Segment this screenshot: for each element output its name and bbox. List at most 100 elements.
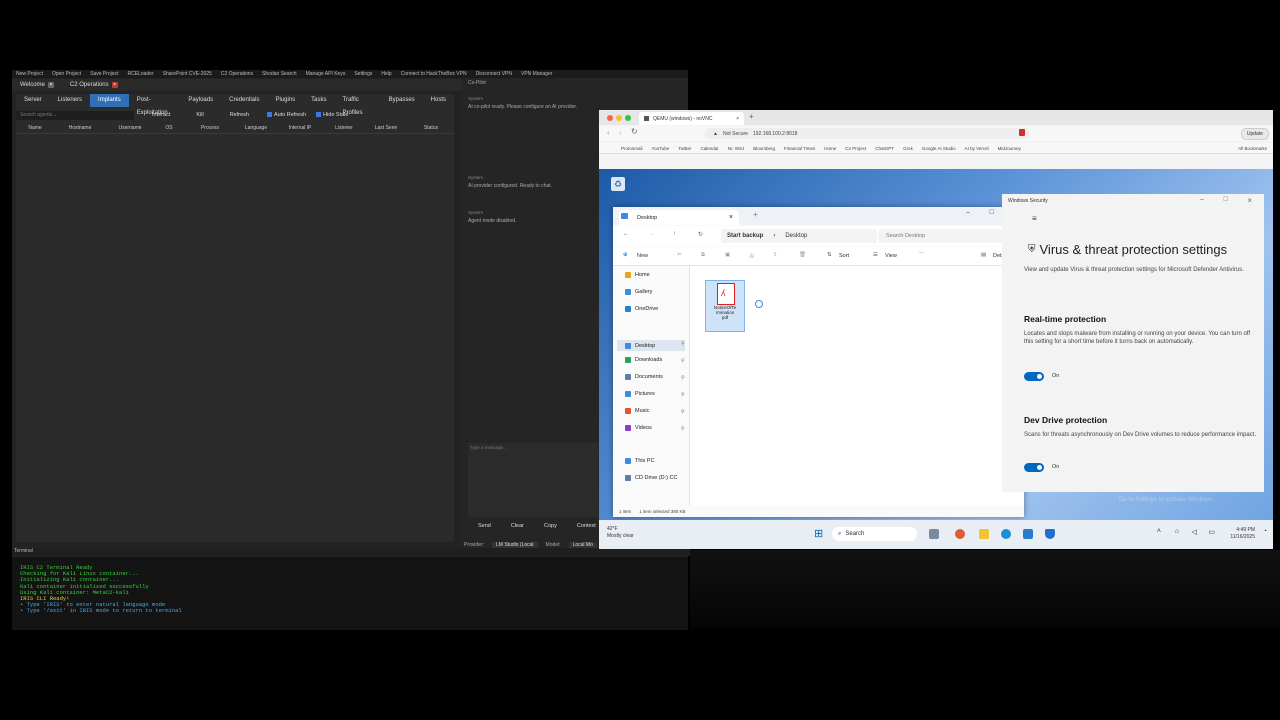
new-tab-icon[interactable]: + <box>749 112 754 121</box>
weather-widget[interactable]: 42°F Mostly clear <box>607 526 634 540</box>
store-icon[interactable] <box>1023 529 1033 539</box>
auto-refresh-checkbox[interactable]: Auto Refresh <box>266 112 306 118</box>
maximize-icon[interactable]: □ <box>990 209 994 216</box>
tab-welcome[interactable]: Welcome × <box>16 82 58 88</box>
c2-menu-item[interactable]: Settings <box>354 71 372 77</box>
close-window-icon[interactable] <box>607 115 613 121</box>
task-view-icon[interactable] <box>929 529 939 539</box>
breadcrumb-item-start-backup[interactable]: Start backup <box>727 233 763 239</box>
nav-tab-plugins[interactable]: Plugins <box>267 94 303 107</box>
bookmark-item[interactable]: MidJourney <box>998 146 1021 151</box>
browser-tab[interactable]: QEMU (windows) - noVNC × <box>639 112 744 125</box>
kill-button[interactable]: Kill <box>188 112 211 118</box>
nav-pane-item-onedrive[interactable]: OneDrive <box>625 306 658 312</box>
column-header-listener[interactable]: Listener <box>324 125 364 131</box>
c2-menu-item[interactable]: Manage API Keys <box>306 71 346 77</box>
nav-tab-server[interactable]: Server <box>16 94 50 107</box>
column-header-status[interactable]: Status <box>408 125 454 131</box>
new-button[interactable]: New <box>637 253 648 259</box>
bookmark-item[interactable]: Financial Times <box>784 146 815 151</box>
minimize-icon[interactable]: – <box>1200 196 1204 203</box>
all-bookmarks-button[interactable]: All Bookmarks <box>1238 146 1267 151</box>
nav-tab-hosts[interactable]: Hosts <box>423 94 454 107</box>
volume-icon[interactable]: ◁ <box>1192 528 1197 536</box>
windows-security-icon[interactable] <box>1045 529 1055 539</box>
nav-pane-item-cd-drive-d-cc[interactable]: CD Drive (D:) CC <box>625 475 677 481</box>
close-icon[interactable]: × <box>47 82 54 88</box>
nav-tab-credentials[interactable]: Credentials <box>221 94 267 107</box>
c2-menu-item[interactable]: Shodan Search <box>262 71 296 77</box>
c2-menu-item[interactable]: Connect to HackTheBox VPN <box>401 71 467 77</box>
edge-icon[interactable] <box>1001 529 1011 539</box>
start-windows-icon[interactable]: ⊞ <box>814 527 823 540</box>
c2-menu-item[interactable]: RCELoader <box>128 71 154 77</box>
recycle-bin-icon[interactable]: ♻ <box>611 177 625 191</box>
bookmark-item[interactable]: Google AI Studio <box>922 146 956 151</box>
hide-stale-checkbox[interactable]: Hide Stale <box>316 112 348 118</box>
copilot-icon[interactable] <box>955 529 965 539</box>
network-icon[interactable]: ⌂ <box>1175 528 1179 535</box>
forward-arrow-icon[interactable]: → <box>648 231 654 237</box>
breadcrumb[interactable]: Start backup › Desktop <box>721 229 877 243</box>
chat-input[interactable] <box>468 443 598 517</box>
realtime-protection-toggle[interactable] <box>1024 372 1044 381</box>
c2-menu-item[interactable]: Help <box>381 71 391 77</box>
nav-pane-item-downloads[interactable]: Downloads <box>625 357 662 363</box>
nav-tab-traffic-profiles[interactable]: Traffic Profiles <box>335 94 381 116</box>
nav-tab-bypasses[interactable]: Bypasses <box>381 94 423 107</box>
battery-icon[interactable]: ▭ <box>1208 528 1215 536</box>
nav-pane-item-home[interactable]: Home <box>625 272 650 278</box>
nav-pane-item-documents[interactable]: Documents <box>625 374 663 380</box>
delete-icon[interactable]: 🗑 <box>799 252 806 258</box>
close-tab-icon[interactable]: × <box>736 116 739 122</box>
column-header-os[interactable]: OS <box>154 125 184 131</box>
bookmark-item[interactable]: Home <box>824 146 836 151</box>
taskbar-search[interactable]: ⌕ Search <box>832 527 917 541</box>
copy-icon[interactable]: ⧉ <box>701 252 705 259</box>
column-header-name[interactable]: Name <box>16 125 54 131</box>
c2-menu-item[interactable]: Save Project <box>90 71 118 77</box>
taskbar-clock[interactable]: 4:49 PM 11/16/2025 <box>1230 527 1255 541</box>
send-button[interactable]: Send <box>468 523 501 533</box>
bookmark-item[interactable]: Grok <box>903 146 913 151</box>
explorer-tab[interactable]: Desktop × <box>619 210 739 225</box>
c2-menu-item[interactable]: New Project <box>16 71 43 77</box>
maximize-window-icon[interactable] <box>625 115 631 121</box>
back-icon[interactable]: ‹ <box>607 128 610 137</box>
minimize-window-icon[interactable] <box>616 115 622 121</box>
paste-icon[interactable]: ▣ <box>725 252 730 258</box>
bookmark-item[interactable]: Calendar <box>700 146 718 151</box>
tab-c2-operations[interactable]: C2 Operations × <box>66 82 122 88</box>
more-options-icon[interactable]: ⋯ <box>919 251 925 257</box>
address-bar[interactable]: ▲ Not Secure 192.168.100.2:8018 <box>705 128 1030 139</box>
explorer-file-area[interactable]: ʎ NoticeOfTe rmination pdf <box>690 266 1024 505</box>
c2-menu-item[interactable]: C2 Operations <box>221 71 253 77</box>
up-arrow-icon[interactable]: ↑ <box>673 231 676 237</box>
shield-icon[interactable] <box>1019 129 1025 136</box>
rename-icon[interactable]: Ⓐ <box>749 252 755 260</box>
terminal-output[interactable]: IRIS C2 Terminal Ready Checking for Kali … <box>12 557 688 630</box>
maximize-icon[interactable]: □ <box>1224 196 1228 203</box>
dev-drive-protection-toggle[interactable] <box>1024 463 1044 472</box>
bookmark-item[interactable]: C2 Project <box>845 146 866 151</box>
breadcrumb-item-desktop[interactable]: Desktop <box>785 233 807 239</box>
c2-menu-item[interactable]: SharePoint CVE-2025 <box>163 71 212 77</box>
interact-button[interactable]: Interact <box>144 112 178 118</box>
nav-pane-item-music[interactable]: Music <box>625 408 649 414</box>
bookmark-item[interactable]: AI by Vercel <box>965 146 989 151</box>
c2-menu-item[interactable]: VPN Manager <box>521 71 552 77</box>
column-header-process[interactable]: Process <box>184 125 236 131</box>
forward-icon[interactable]: › <box>619 128 622 137</box>
bookmark-item[interactable]: YouTube <box>652 146 670 151</box>
column-header-language[interactable]: Language <box>236 125 276 131</box>
bookmark-item[interactable]: ChatGPT <box>875 146 894 151</box>
bookmark-item[interactable]: Twitter <box>678 146 691 151</box>
nav-pane-item-gallery[interactable]: Gallery <box>625 289 652 295</box>
pdf-file-item[interactable]: ʎ NoticeOfTe rmination pdf <box>705 280 745 332</box>
bookmark-item[interactable]: Nr. WSJ <box>728 146 745 151</box>
refresh-icon[interactable]: ↻ <box>698 231 703 238</box>
c2-menu-item[interactable]: Disconnect VPN <box>476 71 512 77</box>
nav-tab-tasks[interactable]: Tasks <box>303 94 334 107</box>
agent-search-input[interactable] <box>16 110 134 120</box>
notification-bell-icon[interactable]: ◔ <box>1263 528 1267 535</box>
